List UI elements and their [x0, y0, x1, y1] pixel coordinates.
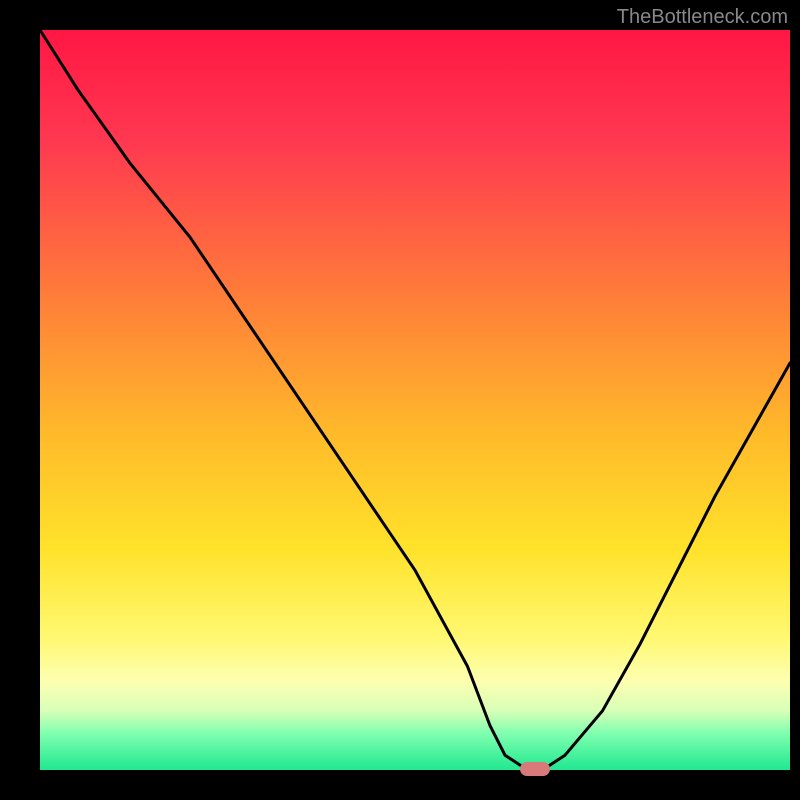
- chart-container: TheBottleneck.com: [0, 0, 800, 800]
- watermark-text: TheBottleneck.com: [617, 6, 788, 29]
- bottleneck-chart: [0, 0, 800, 800]
